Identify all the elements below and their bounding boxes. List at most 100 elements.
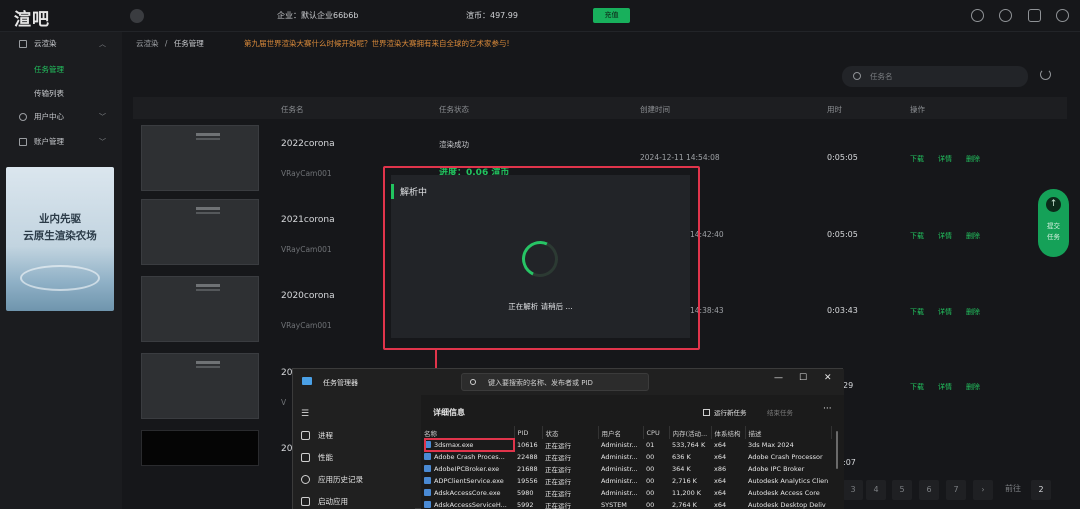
process-cell: 11,200 K [669, 487, 711, 499]
cell-text: 2,764 K [672, 501, 697, 509]
startup-icon [301, 497, 310, 506]
maximize-icon[interactable]: ☐ [799, 373, 807, 383]
more-options-icon[interactable]: ··· [823, 404, 832, 414]
cell-text: x64 [714, 453, 727, 461]
process-search-input[interactable]: 键入要搜索的名称、发布者或 PID [461, 373, 649, 391]
cell-text: ADPClientService.exe [434, 477, 504, 485]
task-thumbnail[interactable] [141, 353, 259, 419]
breadcrumb-root[interactable]: 云渲染 [136, 39, 159, 48]
promo-banner[interactable]: 业内先驱 云原生渲染农场 [6, 167, 114, 311]
download-link[interactable]: 下载 [910, 155, 924, 163]
process-cell: 5980 [514, 487, 542, 499]
task-duration: 0:03:43 [827, 306, 858, 315]
page-goto-input[interactable]: 2 [1031, 480, 1051, 500]
download-link[interactable]: 下载 [910, 232, 924, 240]
detail-link[interactable]: 详情 [938, 308, 952, 316]
column-header[interactable]: 描述 [745, 426, 832, 439]
process-row[interactable]: AdskAccessServiceH... 5992 正在运行 SYSTEM 00 2,7… [421, 499, 831, 509]
power-icon[interactable] [1056, 9, 1069, 22]
minimize-icon[interactable]: — [774, 373, 783, 383]
delete-link[interactable]: 删除 [966, 383, 980, 391]
sidebar-item-cloud-render[interactable]: 云渲染 ︿ [0, 33, 122, 55]
nav-item-performance[interactable]: 性能 [301, 452, 333, 463]
cell-text: 正在运行 [545, 454, 571, 462]
cell-text: Administr... [601, 489, 638, 497]
page-button[interactable]: 3 [843, 480, 863, 500]
process-scrollbar[interactable] [836, 431, 838, 469]
download-link[interactable]: 下载 [910, 308, 924, 316]
avatar[interactable] [130, 9, 144, 23]
nav-label: 应用历史记录 [318, 475, 363, 484]
column-header[interactable]: PID [514, 426, 543, 439]
process-row[interactable]: ADPClientService.exe 19556 正在运行 Administr..… [421, 475, 831, 487]
next-page-button[interactable]: › [973, 480, 993, 500]
column-header[interactable]: CPU [643, 426, 670, 439]
process-row[interactable]: AdobeIPCBroker.exe 21688 正在运行 Administr... 0… [421, 463, 831, 475]
page-button[interactable]: 7 [946, 480, 966, 500]
process-row[interactable]: Adobe Crash Proces... 22488 正在运行 Administr.… [421, 451, 831, 463]
task-manager-nav: ☰ 进程 性能 应用历史记录 启动应用 [293, 395, 415, 509]
delete-link[interactable]: 删除 [966, 232, 980, 240]
help-icon[interactable] [999, 9, 1012, 22]
detail-link[interactable]: 详情 [938, 383, 952, 391]
task-thumbnail[interactable] [141, 199, 259, 265]
column-header[interactable]: 状态 [542, 426, 599, 439]
cell-text: Autodesk Desktop Deliv [748, 501, 826, 509]
detail-link[interactable]: 详情 [938, 155, 952, 163]
column-header[interactable]: 体系结构 [711, 426, 746, 439]
sidebar-item-user-center[interactable]: 用户中心 ﹀ [0, 106, 122, 128]
process-highlight-box [424, 438, 515, 452]
task-duration: 0:05:05 [827, 153, 858, 162]
column-header[interactable]: 内存(活动... [669, 426, 712, 439]
task-thumbnail[interactable] [141, 430, 259, 466]
cell-text: x64 [714, 489, 727, 497]
page-button[interactable]: 4 [866, 480, 886, 500]
close-icon[interactable]: ✕ [824, 373, 832, 383]
nav-item-app-history[interactable]: 应用历史记录 [301, 474, 363, 485]
process-cell: 正在运行 [542, 439, 598, 451]
cell-text: AdskAccessServiceH... [434, 501, 507, 509]
settings-icon[interactable] [1028, 9, 1041, 22]
cell-text: 2,716 K [672, 477, 697, 485]
run-new-task-button[interactable]: 运行新任务 [703, 407, 747, 417]
delete-link[interactable]: 删除 [966, 155, 980, 163]
detail-link[interactable]: 详情 [938, 232, 952, 240]
process-cell: SYSTEM [598, 499, 643, 509]
notice-marquee[interactable]: 第九届世界渲染大赛什么时候开始呢？世界渲染大赛拥有来自全球的艺术家参与! [244, 38, 510, 49]
page-button[interactable]: 6 [919, 480, 939, 500]
page-button[interactable]: 5 [892, 480, 912, 500]
process-cell: Adobe Crash Processor [745, 451, 831, 463]
delete-link[interactable]: 删除 [966, 308, 980, 316]
refresh-icon[interactable] [1040, 69, 1051, 80]
column-header[interactable]: 用户名 [598, 426, 644, 439]
column-header-actions: 操作 [910, 105, 925, 114]
search-icon [853, 72, 861, 80]
cell-text: 01 [646, 441, 655, 449]
task-thumbnail[interactable] [141, 276, 259, 342]
enterprise-label[interactable]: 企业：默认企业66b6b [277, 10, 358, 21]
process-row[interactable]: AdskAccessCore.exe 5980 正在运行 Administr... 00… [421, 487, 831, 499]
sidebar-item-label: 云渲染 [34, 39, 57, 48]
task-search-input[interactable]: 任务名 [842, 66, 1028, 87]
sidebar-item-account-manage[interactable]: 账户管理 ﹀ [0, 131, 122, 153]
end-task-button[interactable]: 结束任务 [767, 407, 793, 417]
process-cell: 正在运行 [542, 475, 598, 487]
process-cell: 364 K [669, 463, 711, 475]
process-cell: x64 [711, 439, 745, 451]
download-link[interactable]: 下载 [910, 383, 924, 391]
sidebar-item-task-manage[interactable]: 任务管理 [34, 64, 64, 75]
cell-text: Administr... [601, 453, 638, 461]
cell-text: AdobeIPCBroker.exe [434, 465, 500, 473]
task-duration: :07 [843, 458, 856, 467]
cell-text: Administr... [601, 477, 638, 485]
process-cell: Autodesk Analytics Clien [745, 475, 831, 487]
submit-task-button[interactable]: ↑ 提交 任务 [1038, 189, 1069, 257]
sidebar-item-transfer-list[interactable]: 传输列表 [34, 88, 64, 99]
task-thumbnail[interactable] [141, 125, 259, 191]
nav-item-processes[interactable]: 进程 [301, 430, 333, 441]
nav-item-startup-apps[interactable]: 启动应用 [301, 496, 348, 507]
recharge-button[interactable]: 充值 [593, 8, 630, 23]
task-camera: V [281, 398, 287, 407]
menu-icon[interactable]: ☰ [301, 409, 309, 419]
headset-icon[interactable] [971, 9, 984, 22]
